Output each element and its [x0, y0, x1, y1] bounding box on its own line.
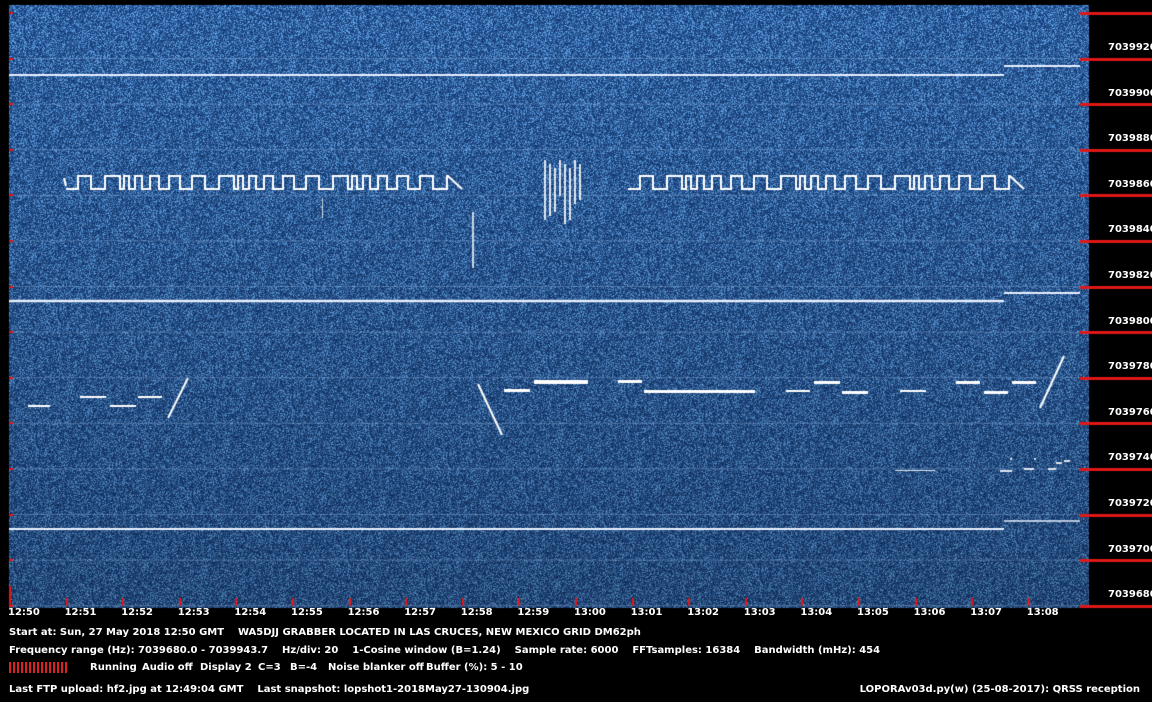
frequency-label: 7039760	[1108, 406, 1152, 418]
audio-status: Audio off	[142, 662, 193, 673]
display-status: Display 2	[200, 662, 252, 673]
noise-blanker-status: Noise blanker off	[328, 662, 424, 673]
frequency-label: 7039900	[1108, 87, 1152, 99]
time-label: 13:03	[743, 607, 776, 618]
time-label: 13:08	[1026, 607, 1059, 618]
frequency-label: 7039700	[1108, 543, 1152, 555]
time-label: 12:59	[517, 607, 550, 618]
time-label: 13:01	[630, 607, 663, 618]
frequency-info-line: Frequency range (Hz): 7039680.0 - 703994…	[9, 645, 881, 656]
frequency-label: 7039880	[1108, 133, 1152, 145]
time-label: 12:54	[234, 607, 267, 618]
time-label: 13:06	[913, 607, 946, 618]
time-label: 12:53	[177, 607, 210, 618]
time-label: 13:05	[857, 607, 889, 618]
time-label: 12:50	[8, 607, 40, 618]
frequency-label: 7039800	[1108, 315, 1152, 327]
buffer-level-icon	[9, 662, 69, 673]
time-label: 12:56	[347, 607, 380, 618]
time-label: 12:51	[64, 607, 97, 618]
time-label: 13:02	[687, 607, 720, 618]
time-label: 13:07	[970, 607, 1003, 618]
time-label: 12:55	[291, 607, 323, 618]
version-info: LOPORAv03d.py(w) (25-08-2017): QRSS rece…	[859, 684, 1140, 695]
time-label: 13:00	[574, 607, 606, 618]
time-label: 13:04	[800, 607, 833, 618]
time-label: 12:57	[404, 607, 437, 618]
frequency-label: 7039720	[1108, 498, 1152, 509]
waterfall-display	[0, 0, 1152, 702]
frequency-label: 7039920	[1108, 42, 1152, 53]
frequency-label: 7039740	[1108, 452, 1152, 464]
frequency-label: 7039680	[1108, 589, 1152, 601]
frequency-label: 7039780	[1108, 361, 1152, 373]
frequency-label: 7039840	[1108, 224, 1152, 236]
buffer-status: Buffer (%): 5 - 10	[426, 662, 523, 673]
frequency-label: 7039820	[1108, 270, 1152, 281]
frequency-label: 7039860	[1108, 178, 1152, 190]
ftp-info-line: Last FTP upload: hf2.jpg at 12:49:04 GMT…	[9, 684, 530, 695]
running-status: Running	[90, 662, 137, 673]
time-label: 12:52	[121, 607, 154, 618]
start-info-line: Start at: Sun, 27 May 2018 12:50 GMT WA5…	[9, 627, 641, 638]
c-setting: C=3	[258, 662, 281, 673]
time-label: 12:58	[460, 607, 493, 618]
b-setting: B=-4	[290, 662, 318, 673]
